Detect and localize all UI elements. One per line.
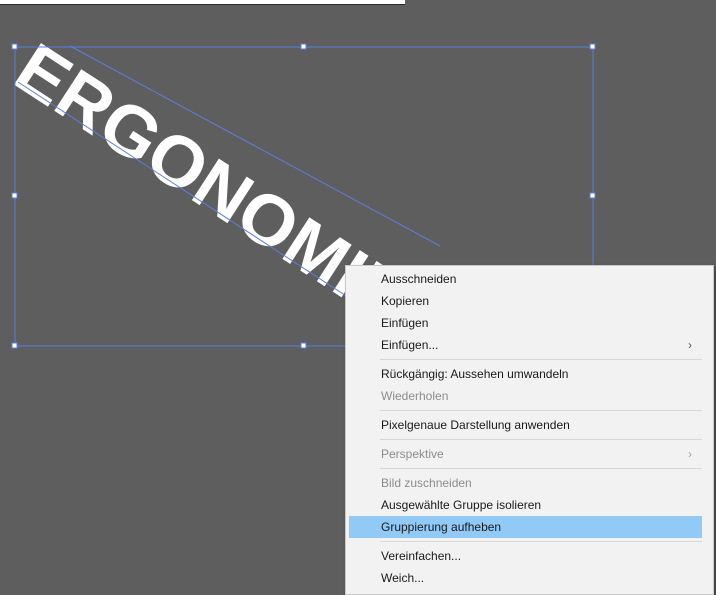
menu-item-undo[interactable]: Rückgängig: Aussehen umwandeln [349, 363, 702, 385]
menu-item-perspective: Perspektive › [349, 443, 702, 465]
menu-item-label: Kopieren [381, 294, 430, 308]
menu-item-label: Einfügen [381, 316, 429, 330]
menu-separator [380, 359, 702, 360]
chevron-right-icon: › [688, 447, 692, 461]
menu-item-label: Weich... [381, 571, 425, 585]
menu-item-cut[interactable]: Ausschneiden [349, 268, 702, 290]
menu-item-label: Ausschneiden [381, 272, 457, 286]
menu-item-copy[interactable]: Kopieren [349, 290, 702, 312]
handle-top-left[interactable] [11, 43, 18, 50]
menu-separator [380, 439, 702, 440]
menu-item-label: Pixelgenaue Darstellung anwenden [381, 418, 570, 432]
menu-separator [380, 410, 702, 411]
menu-item-isolate-group[interactable]: Ausgewählte Gruppe isolieren [349, 494, 702, 516]
menu-separator [380, 468, 702, 469]
handle-top-middle[interactable] [300, 43, 307, 50]
menu-separator [380, 541, 702, 542]
handle-bottom-middle[interactable] [300, 342, 307, 349]
menu-item-label: Rückgängig: Aussehen umwandeln [381, 367, 569, 381]
handle-bottom-left[interactable] [11, 342, 18, 349]
menu-item-smooth[interactable]: Weich... [349, 567, 702, 589]
menu-item-label: Bild zuschneiden [381, 476, 472, 490]
menu-item-crop-image: Bild zuschneiden [349, 472, 702, 494]
chevron-right-icon: › [688, 338, 692, 352]
menu-item-simplify[interactable]: Vereinfachen... [349, 545, 702, 567]
handle-top-right[interactable] [589, 43, 596, 50]
menu-item-label: Wiederholen [381, 389, 449, 403]
menu-item-label: Gruppierung aufheben [381, 520, 502, 534]
menu-item-paste[interactable]: Einfügen [349, 312, 702, 334]
context-menu: Ausschneiden Kopieren Einfügen Einfügen.… [345, 265, 714, 595]
menu-item-redo: Wiederholen [349, 385, 702, 407]
menu-item-label: Vereinfachen... [381, 549, 462, 563]
menu-item-pixel-perfect[interactable]: Pixelgenaue Darstellung anwenden [349, 414, 702, 436]
menu-item-label: Perspektive [381, 447, 444, 461]
menu-item-ungroup[interactable]: Gruppierung aufheben [349, 516, 702, 538]
menu-item-label: Ausgewählte Gruppe isolieren [381, 498, 542, 512]
menu-item-paste-special[interactable]: Einfügen... › [349, 334, 702, 356]
handle-middle-right[interactable] [589, 192, 596, 199]
handle-middle-left[interactable] [11, 192, 18, 199]
menu-item-label: Einfügen... [381, 338, 439, 352]
